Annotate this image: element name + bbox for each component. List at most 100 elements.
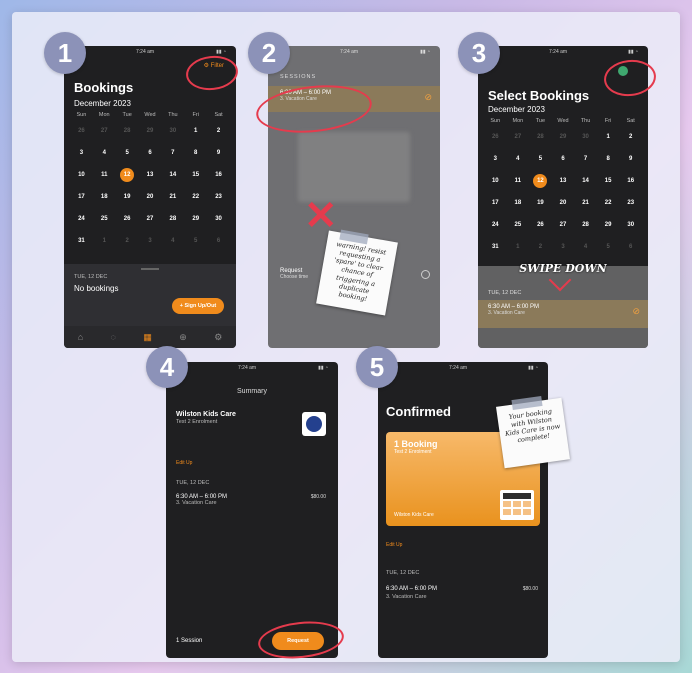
calendar-day[interactable]: 29	[184, 208, 207, 230]
calendar-day[interactable]: 26	[116, 208, 139, 230]
calendar-day[interactable]: 27	[552, 214, 575, 236]
calendar-day[interactable]: 2	[619, 126, 642, 148]
tab-settings-icon[interactable]: ⚙	[214, 332, 222, 343]
weekday-label: Tue	[535, 118, 546, 124]
calendar-day[interactable]: 21	[161, 186, 184, 208]
calendar-day[interactable]: 3	[139, 230, 162, 252]
calendar-day[interactable]: 17	[484, 192, 507, 214]
calendar-week: 10 11 12 13 14 15 16	[484, 170, 642, 192]
calendar-day[interactable]: 22	[597, 192, 620, 214]
calendar-day[interactable]: 23	[619, 192, 642, 214]
calendar-day[interactable]: 15	[184, 164, 207, 186]
calendar-day[interactable]: 18	[507, 192, 530, 214]
calendar-day[interactable]: 10	[70, 164, 93, 186]
edit-link[interactable]: Edit Up	[386, 542, 402, 548]
calendar-day[interactable]: 7	[161, 142, 184, 164]
calendar-day[interactable]: 30	[161, 120, 184, 142]
calendar-day[interactable]: 14	[574, 170, 597, 192]
calendar-day[interactable]: 6	[552, 148, 575, 170]
calendar-day[interactable]: 13	[139, 164, 162, 186]
calendar-day[interactable]: 29	[552, 126, 575, 148]
calendar-day[interactable]: 4	[93, 142, 116, 164]
calendar-day[interactable]: 20	[139, 186, 162, 208]
calendar-day[interactable]: 26	[484, 126, 507, 148]
calendar-day[interactable]: 6	[207, 230, 230, 252]
calendar-day[interactable]: 1	[597, 126, 620, 148]
calendar-day[interactable]: 16	[619, 170, 642, 192]
calendar-day[interactable]: 2	[207, 120, 230, 142]
calendar-day[interactable]: 9	[619, 148, 642, 170]
calendar-day[interactable]: 4	[161, 230, 184, 252]
calendar-day[interactable]: 5	[184, 230, 207, 252]
calendar-day[interactable]: 31	[484, 236, 507, 258]
session-slot[interactable]: 6:30 AM – 6:00 PM 3. Vacation Care ⊘	[478, 300, 648, 328]
day-label: TUE, 12 DEC	[74, 274, 108, 280]
calendar-day[interactable]: 21	[574, 192, 597, 214]
calendar-day[interactable]: 5	[116, 142, 139, 164]
tab-add-icon[interactable]: ⊕	[179, 332, 187, 343]
calendar-day[interactable]: 23	[207, 186, 230, 208]
step-badge-2: 2	[248, 32, 290, 74]
calendar-day[interactable]: 5	[529, 148, 552, 170]
calendar-day[interactable]: 27	[139, 208, 162, 230]
calendar-day[interactable]: 28	[529, 126, 552, 148]
calendar-day[interactable]: 28	[574, 214, 597, 236]
calendar-day[interactable]: 22	[184, 186, 207, 208]
slot-price: $80.00	[310, 494, 326, 500]
calendar-day[interactable]: 11	[93, 164, 116, 186]
calendar-day[interactable]: 14	[161, 164, 184, 186]
calendar-day[interactable]: 7	[574, 148, 597, 170]
calendar-day[interactable]: 15	[597, 170, 620, 192]
calendar-day[interactable]: 28	[116, 120, 139, 142]
no-bookings-text: No bookings	[74, 284, 119, 293]
calendar-day[interactable]: 1	[507, 236, 530, 258]
calendar-day[interactable]: 29	[597, 214, 620, 236]
calendar-day[interactable]: 13	[552, 170, 575, 192]
calendar-day[interactable]: 19	[529, 192, 552, 214]
tab-home-icon[interactable]: ⌂	[78, 332, 83, 342]
calendar-day[interactable]: 9	[207, 142, 230, 164]
calendar-day[interactable]: 5	[597, 236, 620, 258]
calendar-day[interactable]: 6	[139, 142, 162, 164]
calendar-day[interactable]: 19	[116, 186, 139, 208]
calendar-day[interactable]: 1	[184, 120, 207, 142]
calendar-day[interactable]: 17	[70, 186, 93, 208]
tab-chat-icon[interactable]: ◌	[111, 332, 116, 342]
calendar-day[interactable]: 2	[529, 236, 552, 258]
calendar-day[interactable]: 30	[207, 208, 230, 230]
calendar-day[interactable]: 31	[70, 230, 93, 252]
calendar-day[interactable]: 24	[484, 214, 507, 236]
calendar-day[interactable]: 26	[70, 120, 93, 142]
calendar-day[interactable]: 30	[619, 214, 642, 236]
calendar-day[interactable]: 6	[619, 236, 642, 258]
calendar-day[interactable]: 24	[70, 208, 93, 230]
calendar-day[interactable]: 3	[484, 148, 507, 170]
calendar-day[interactable]: 16	[207, 164, 230, 186]
calendar-day[interactable]: 27	[507, 126, 530, 148]
calendar-day[interactable]: 2	[116, 230, 139, 252]
calendar-day[interactable]: 18	[93, 186, 116, 208]
calendar-day[interactable]: 3	[70, 142, 93, 164]
tab-bookings-icon[interactable]: ▦	[143, 332, 152, 343]
calendar-day[interactable]: 11	[507, 170, 530, 192]
calendar-day[interactable]: 12	[116, 164, 139, 186]
calendar-day[interactable]: 4	[574, 236, 597, 258]
calendar-day[interactable]: 4	[507, 148, 530, 170]
calendar-day[interactable]: 28	[161, 208, 184, 230]
calendar-day[interactable]: 10	[484, 170, 507, 192]
calendar-day[interactable]: 25	[507, 214, 530, 236]
calendar-day[interactable]: 1	[93, 230, 116, 252]
day-label: TUE, 12 DEC	[386, 570, 420, 576]
calendar-day[interactable]: 8	[184, 142, 207, 164]
calendar-week: 10 11 12 13 14 15 16	[70, 164, 230, 186]
calendar-day[interactable]: 30	[574, 126, 597, 148]
calendar-day[interactable]: 3	[552, 236, 575, 258]
calendar-day[interactable]: 25	[93, 208, 116, 230]
calendar-day[interactable]: 29	[139, 120, 162, 142]
sign-up-button[interactable]: + Sign Up/Out	[172, 298, 224, 314]
calendar-day[interactable]: 8	[597, 148, 620, 170]
calendar-day[interactable]: 26	[529, 214, 552, 236]
calendar-day[interactable]: 12	[529, 170, 552, 192]
calendar-day[interactable]: 20	[552, 192, 575, 214]
calendar-day[interactable]: 27	[93, 120, 116, 142]
